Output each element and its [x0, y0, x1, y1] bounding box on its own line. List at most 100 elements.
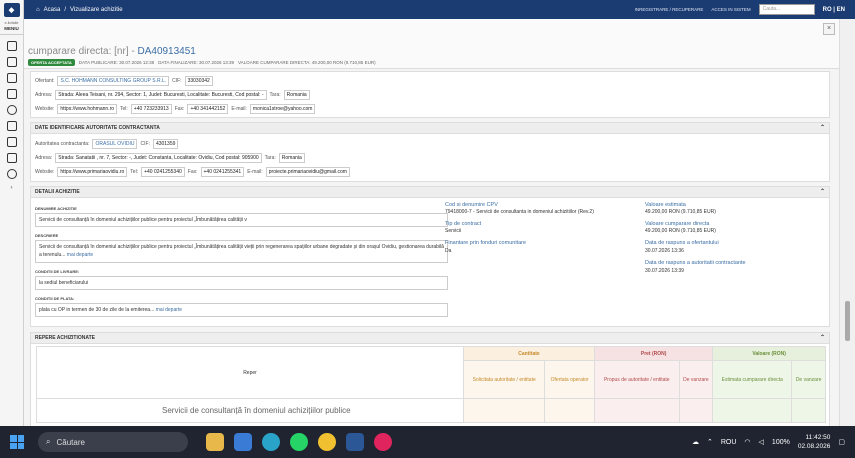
chat-icon[interactable]	[6, 169, 17, 179]
whatsapp-icon[interactable]	[290, 433, 308, 451]
publish-date: DATA PUBLICARE: 30.07.2026 12:38	[78, 60, 155, 65]
title-prefix: cumparare directa: [nr] -	[28, 46, 138, 57]
media-player-icon[interactable]	[374, 433, 392, 451]
description-more-link[interactable]: mai departe	[67, 252, 93, 258]
authority-section-title: DATE IDENTIFICARE AUTORITATE CONTRACTANT…	[35, 125, 160, 131]
proposed-price-header: Propus de autoritate / entitate	[593, 360, 680, 399]
tel-label: Tel:	[130, 169, 139, 175]
name-heading: DENUMIRE ACHIZITIE	[35, 206, 77, 211]
document-icon[interactable]	[6, 41, 17, 51]
breadcrumb: ⌂ Acasa / Vizualizare achizitie	[24, 7, 123, 13]
ofertant-address: Strada: Aleea Teisani, nr. 294, Sector: …	[55, 90, 267, 100]
keyboard-language[interactable]: ROU	[721, 439, 737, 446]
payment-text: plata cu OP in termen de 30 de zile de l…	[39, 307, 155, 313]
cif-label: CIF:	[172, 78, 182, 84]
menu-label[interactable]: MENIU	[0, 26, 23, 35]
help-icon[interactable]	[6, 105, 17, 115]
contract-type-label: Tip de contract	[445, 221, 482, 227]
vertical-scrollbar[interactable]	[839, 19, 855, 426]
payment-more-link[interactable]: mai departe	[156, 307, 182, 313]
authority-website: https://www.primariaovidiu.ro	[57, 167, 128, 177]
clock-date: 02.08.2026	[797, 443, 831, 450]
fax-label: Fax:	[187, 169, 198, 175]
home-icon[interactable]: ⌂	[36, 7, 40, 13]
ofertant-country: Romania	[283, 90, 310, 100]
contract-type-value: Servicii	[445, 228, 462, 234]
windows-start-icon[interactable]	[10, 435, 24, 449]
page-title: cumparare directa: [nr] - DA40913451	[28, 46, 196, 57]
file-explorer-icon[interactable]	[206, 433, 224, 451]
finalize-date: DATA FINALIZARE: 30.07.2026 13:39	[158, 60, 235, 65]
offered-qty-header: Ofertata operator	[544, 360, 595, 399]
clock[interactable]: 11:42:50 02.08.2026	[798, 433, 831, 451]
taskbar-search-label: Căutare	[56, 437, 85, 447]
details-section-title: DETALII ACHIZITIE	[35, 189, 80, 195]
store-icon[interactable]	[234, 433, 252, 451]
description-text: Servicii de consultanță în domeniul achi…	[39, 244, 444, 258]
requested-qty-header: Solicitata autoritate / entitate	[462, 360, 546, 399]
details-section-header[interactable]: DETALII ACHIZITIE ⌃	[31, 187, 829, 198]
table-row: Servicii de consultanță în domeniul achi…	[36, 398, 464, 423]
authority-name[interactable]: ORASUL OVIDIU	[92, 139, 138, 149]
weather-icon[interactable]: ☁	[692, 438, 699, 446]
payment-heading: CONDITII DE PLATA:	[35, 296, 75, 301]
search-input[interactable]: Cauta...	[758, 4, 815, 15]
clipboard-icon[interactable]	[6, 89, 17, 99]
notification-icon[interactable]: ▢	[838, 438, 845, 446]
authority-response-label: Data de raspuns a autoritatii contractan…	[645, 260, 746, 266]
ofertant-cif: 33030342	[184, 76, 213, 86]
estimated-value-header: Estimata cumparare directa	[712, 360, 793, 399]
direct-value: VALOARE CUMPARARE DIRECTA: 49.200,00 RON…	[238, 60, 376, 65]
battery-level[interactable]: 100%	[772, 439, 790, 446]
register-link[interactable]: INREGISTRARE / RECUPERARE	[635, 7, 704, 12]
price-header: Pret (RON)	[593, 346, 714, 361]
scroll-thumb[interactable]	[845, 301, 850, 341]
chrome-icon[interactable]	[318, 433, 336, 451]
authority-section-header[interactable]: DATE IDENTIFICARE AUTORITATE CONTRACTANT…	[31, 123, 829, 134]
items-section-header[interactable]: REPERE ACHIZITIONATE ⌃	[31, 333, 829, 344]
edit-icon[interactable]	[6, 73, 17, 83]
procurement-name: Servicii de consultanță în domeniul achi…	[35, 213, 448, 227]
chevron-up-icon[interactable]: ⌃	[707, 438, 713, 446]
eu-funds-label: Finantare prin fonduri comunitare	[445, 240, 527, 246]
taskbar-search[interactable]: ⌕ Căutare	[38, 432, 188, 452]
email-label: E-mail:	[231, 106, 247, 112]
logo[interactable]: ◆	[3, 3, 20, 17]
wifi-icon[interactable]: ◠	[744, 438, 750, 446]
delivery-conditions: la sediul beneficiarului	[35, 276, 448, 290]
authority-cif: 4301359	[152, 139, 179, 149]
ofertant-name[interactable]: S.C. HOHMANN CONSULTING GROUP S.R.L.	[57, 76, 170, 86]
email-label: E-mail:	[247, 169, 263, 175]
collapse-icon[interactable]: ⌃	[820, 187, 825, 198]
volume-icon[interactable]: ◁	[759, 438, 764, 446]
country-label: Tara:	[264, 155, 276, 161]
breadcrumb-home[interactable]: Acasa	[44, 7, 61, 13]
collapse-icon[interactable]: ⌃	[820, 333, 825, 344]
word-icon[interactable]	[346, 433, 364, 451]
ofertant-email: monica1stroe@yahoo.com	[249, 104, 316, 114]
procurement-description: Servicii de consultanță în domeniul achi…	[35, 240, 448, 263]
procurement-code: DA40913451	[137, 46, 196, 57]
edge-icon[interactable]	[262, 433, 280, 451]
close-button[interactable]: ×	[823, 23, 835, 35]
breadcrumb-current: Vizualizare achizitie	[69, 6, 123, 13]
language-switch[interactable]: RO | EN	[823, 7, 845, 13]
bidder-response-date: 30.07.2026 13:36	[645, 248, 684, 254]
expand-arrow-icon[interactable]: ›	[0, 185, 23, 191]
delivery-heading: CONDITII DE LIVRARE:	[35, 269, 80, 274]
chart-icon[interactable]	[6, 137, 17, 147]
calendar-icon[interactable]	[6, 153, 17, 163]
ofertant-label: Ofertant:	[35, 78, 55, 84]
list-icon[interactable]	[6, 57, 17, 67]
reper-header: Reper	[36, 346, 464, 399]
authority-country: Romania	[278, 153, 305, 163]
book-icon[interactable]	[6, 121, 17, 131]
details-panel: DETALII ACHIZITIE ⌃ DENUMIRE ACHIZITIE S…	[30, 186, 830, 327]
ofertant-fax: +40 341442152	[187, 104, 229, 114]
rail-subtitle: e-licitatie	[4, 21, 19, 25]
items-section-title: REPERE ACHIZITIONATE	[35, 335, 96, 341]
authority-fax: +40 0241255341	[200, 167, 245, 177]
login-link[interactable]: ACCES IN SISTEM	[711, 7, 750, 12]
collapse-icon[interactable]: ⌃	[820, 123, 825, 134]
estimated-value: 49.200,00 RON (9.710,85 EUR)	[645, 209, 716, 215]
